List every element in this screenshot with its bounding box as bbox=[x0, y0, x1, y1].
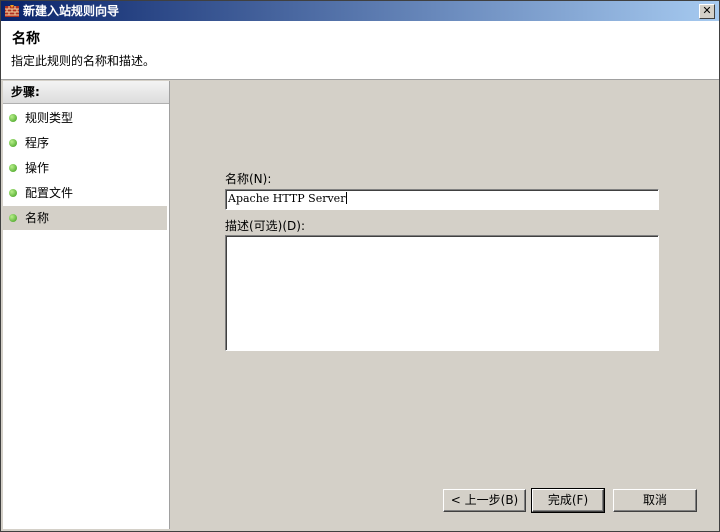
description-label: 描述(可选)(D): bbox=[225, 219, 306, 233]
page-header: 名称 指定此规则的名称和描述。 bbox=[1, 21, 719, 80]
step-name[interactable]: 名称 bbox=[3, 206, 167, 230]
step-status-dot-icon bbox=[9, 214, 17, 222]
step-action[interactable]: 操作 bbox=[3, 156, 167, 180]
name-label: 名称(N): bbox=[225, 172, 272, 186]
step-status-dot-icon bbox=[9, 139, 17, 147]
wizard-window: 新建入站规则向导 ✕ 名称 指定此规则的名称和描述。 步骤: 规则类型 程序 操… bbox=[0, 0, 720, 532]
step-rule-type[interactable]: 规则类型 bbox=[3, 106, 167, 130]
step-label: 配置文件 bbox=[25, 186, 74, 200]
step-profile[interactable]: 配置文件 bbox=[3, 181, 167, 205]
title-bar[interactable]: 新建入站规则向导 ✕ bbox=[1, 1, 719, 21]
page-description: 指定此规则的名称和描述。 bbox=[11, 54, 156, 68]
text-caret bbox=[346, 192, 348, 204]
window-title: 新建入站规则向导 bbox=[23, 4, 120, 18]
step-label: 规则类型 bbox=[25, 111, 74, 125]
close-button[interactable]: ✕ bbox=[699, 4, 715, 19]
step-program[interactable]: 程序 bbox=[3, 131, 167, 155]
finish-button[interactable]: 完成(F) bbox=[531, 488, 605, 513]
description-textarea[interactable] bbox=[225, 235, 659, 351]
step-label: 程序 bbox=[25, 136, 50, 150]
page-title: 名称 bbox=[12, 31, 40, 47]
step-status-dot-icon bbox=[9, 114, 17, 122]
steps-heading: 步骤: bbox=[3, 81, 169, 104]
close-icon: ✕ bbox=[702, 4, 712, 17]
name-input-value: Apache HTTP Server bbox=[228, 192, 346, 205]
back-button[interactable]: < 上一步(B) bbox=[443, 489, 526, 512]
step-status-dot-icon bbox=[9, 189, 17, 197]
steps-sidebar: 步骤: 规则类型 程序 操作 配置文件 名称 bbox=[3, 81, 170, 529]
cancel-button[interactable]: 取消 bbox=[613, 489, 697, 512]
firewall-icon bbox=[5, 5, 19, 17]
step-label: 名称 bbox=[25, 211, 50, 225]
name-input[interactable]: Apache HTTP Server bbox=[225, 189, 659, 210]
step-status-dot-icon bbox=[9, 164, 17, 172]
step-label: 操作 bbox=[25, 161, 50, 175]
content-panel: 名称(N): Apache HTTP Server 描述(可选)(D): < 上… bbox=[171, 81, 719, 531]
